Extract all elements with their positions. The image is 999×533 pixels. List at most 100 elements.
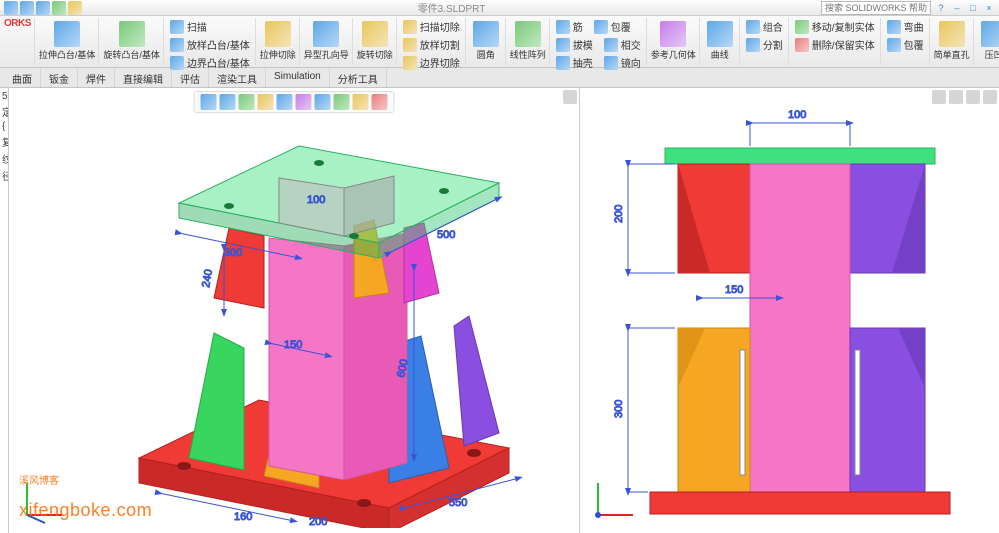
tab-render[interactable]: 渲染工具: [209, 68, 266, 87]
sweep-item[interactable]: 扫描: [168, 18, 252, 35]
window-title: 零件3.SLDPRT: [82, 0, 821, 15]
maximize-icon[interactable]: □: [967, 2, 979, 14]
flex-item[interactable]: 弯曲: [885, 18, 926, 35]
draft-item[interactable]: 拔模: [573, 37, 593, 52]
wrap2-item[interactable]: 包覆: [885, 36, 926, 53]
vp-zoom-icon[interactable]: [201, 94, 217, 110]
vp-hide-icon[interactable]: [372, 94, 388, 110]
ribbon-group-extrude[interactable]: 拉伸凸台/基体: [36, 18, 100, 65]
ribbon-group-revolve[interactable]: 旋转凸台/基体: [100, 18, 164, 65]
vp-view-icon[interactable]: [277, 94, 293, 110]
ft-item[interactable]: 纹孔1: [2, 150, 6, 167]
svg-text:150: 150: [284, 339, 302, 351]
help-icon[interactable]: ?: [935, 2, 947, 14]
qa-icon-3[interactable]: [36, 1, 50, 15]
tab-analysis[interactable]: 分析工具: [330, 68, 387, 87]
fillet-icon: [473, 21, 499, 47]
hole-wizard-icon: [313, 21, 339, 47]
loft-cut-item[interactable]: 放样切割: [401, 36, 462, 53]
viewport-toolbar: [194, 91, 395, 113]
shell-icon: [556, 56, 570, 70]
vp-appearance-icon[interactable]: [353, 94, 369, 110]
vp-fit-icon[interactable]: [258, 94, 274, 110]
sweep-icon: [170, 20, 184, 34]
draft-icon: [556, 38, 570, 52]
vp-section-icon[interactable]: [315, 94, 331, 110]
model-3d: 300 500 150 600 240 550 160 200 100: [9, 88, 579, 528]
app-brand: ORKS: [4, 18, 31, 29]
ribbon-group-refgeom[interactable]: 参考几何体: [648, 18, 700, 65]
collapse-icon[interactable]: [932, 90, 946, 104]
tab-directedit[interactable]: 直接编辑: [115, 68, 172, 87]
extrude-boss-icon: [54, 21, 80, 47]
split-item[interactable]: 分割: [744, 36, 785, 53]
sweep-cut-item[interactable]: 扫描切除: [401, 18, 462, 35]
vp-rotate-icon[interactable]: [239, 94, 255, 110]
svg-text:300: 300: [613, 400, 625, 418]
svg-text:100: 100: [788, 109, 806, 121]
minimize2-icon[interactable]: [949, 90, 963, 104]
qa-icon-2[interactable]: [20, 1, 34, 15]
boundary-cut-item[interactable]: 边界切除: [401, 54, 462, 71]
wrap-icon: [594, 20, 608, 34]
tab-sheetmetal[interactable]: 钣金: [41, 68, 78, 87]
loft-item[interactable]: 放样凸台/基体: [168, 36, 252, 53]
ribbon-group-curves[interactable]: 曲线: [701, 18, 740, 65]
shell-item[interactable]: 抽壳: [573, 55, 593, 70]
vp-scene-icon[interactable]: [334, 94, 350, 110]
viewport-2d[interactable]: 100 200 150 300: [579, 88, 999, 533]
intersect-item[interactable]: 相交: [621, 37, 641, 52]
vp-pan-icon[interactable]: [220, 94, 236, 110]
expand-panel-icon[interactable]: [563, 90, 577, 104]
sweep-cut-icon: [403, 20, 417, 34]
close-icon[interactable]: ×: [983, 2, 995, 14]
ft-item[interactable]: 径孔1: [2, 167, 6, 184]
qa-icon-1[interactable]: [4, 1, 18, 15]
ribbon-group-pattern[interactable]: 线性阵列: [507, 18, 550, 65]
svg-text:550: 550: [449, 497, 467, 509]
vp-style-icon[interactable]: [296, 94, 312, 110]
delete-keep-item[interactable]: 删除/保留实体: [793, 36, 877, 53]
maximize2-icon[interactable]: [966, 90, 980, 104]
ft-item[interactable]: 定: [2, 103, 6, 120]
combine-item[interactable]: 组合: [744, 18, 785, 35]
ribbon-group-holewiz[interactable]: 异型孔向导: [301, 18, 353, 65]
combine-icon: [746, 20, 760, 34]
orientation-triad[interactable]: [17, 475, 67, 525]
wrap2-icon: [887, 38, 901, 52]
title-bar: 零件3.SLDPRT ? – □ ×: [0, 0, 999, 16]
viewport-3d[interactable]: 300 500 150 600 240 550 160 200 100: [9, 88, 579, 533]
revolve-cut-icon: [362, 21, 388, 47]
qa-icon-5[interactable]: [68, 1, 82, 15]
svg-text:240: 240: [200, 268, 215, 288]
ft-item[interactable]: 5): [2, 90, 6, 103]
ribbon-group-indent[interactable]: 压凹: [975, 18, 999, 65]
qa-icon-4[interactable]: [52, 1, 66, 15]
tab-weldments[interactable]: 焊件: [78, 68, 115, 87]
search-input[interactable]: [821, 1, 931, 15]
ribbon-group-fillet[interactable]: 圆角: [467, 18, 506, 65]
rib-item[interactable]: 筋: [573, 19, 583, 34]
mirror-item[interactable]: 镜向: [621, 55, 641, 70]
minimize-icon[interactable]: –: [951, 2, 963, 14]
rib-icon: [556, 20, 570, 34]
move-copy-item[interactable]: 移动/复制实体: [793, 18, 877, 35]
ft-item[interactable]: { 200 X 8.0(1): [2, 120, 6, 133]
ribbon-group-simplehole[interactable]: 简单直孔: [931, 18, 974, 65]
ribbon-group-cutextrude[interactable]: 拉伸切除: [257, 18, 300, 65]
delete-keep-icon: [795, 38, 809, 52]
close2-icon[interactable]: [983, 90, 997, 104]
pattern-icon: [515, 21, 541, 47]
feature-tree[interactable]: 5) 定 { 200 X 8.0(1) 复制1 纹孔1 径孔1: [0, 88, 9, 533]
wrap-item[interactable]: 包覆: [611, 19, 631, 34]
svg-text:100: 100: [307, 194, 325, 206]
ribbon: ORKS 拉伸凸台/基体 旋转凸台/基体 扫描 放样凸台/基体 边界凸台/基体 …: [0, 16, 999, 68]
boundary-cut-icon: [403, 56, 417, 70]
curves-icon: [707, 21, 733, 47]
tab-evaluate[interactable]: 评估: [172, 68, 209, 87]
orientation-triad-2d[interactable]: [588, 475, 638, 525]
tab-simulation[interactable]: Simulation: [266, 68, 330, 87]
ribbon-group-revolvecut[interactable]: 旋转切除: [354, 18, 397, 65]
tab-surface[interactable]: 曲面: [4, 68, 41, 87]
ft-item[interactable]: 复制1: [2, 133, 6, 150]
